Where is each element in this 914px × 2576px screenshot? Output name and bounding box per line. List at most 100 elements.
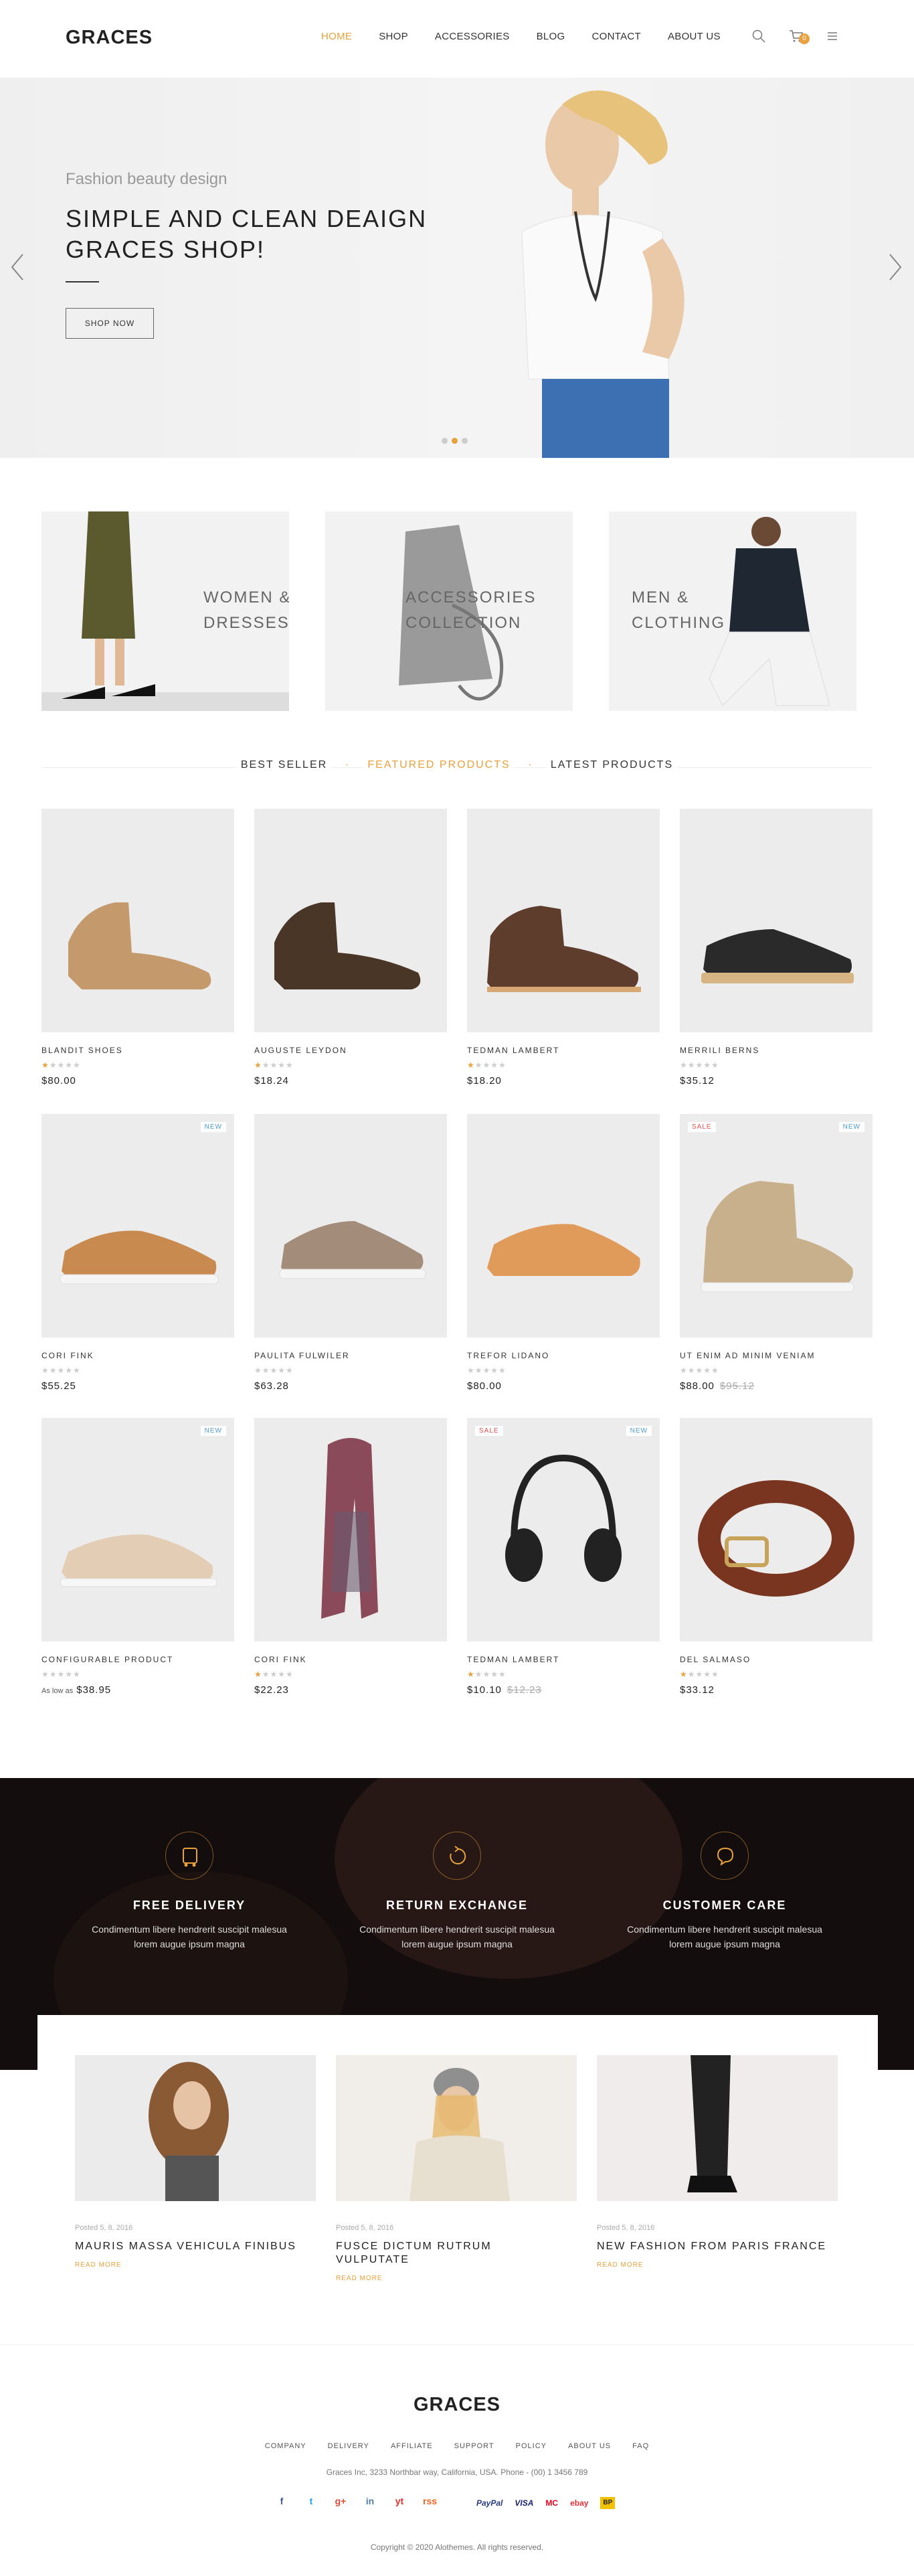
category-women[interactable]: WOMEN & DRESSESS (41, 511, 289, 711)
product-name[interactable]: MERRILI BERNS (680, 1046, 873, 1056)
blog-post-image[interactable] (336, 2055, 577, 2201)
blog-post-title-line-1[interactable]: NEW FASHION FROM PARIS FRANCE (597, 2240, 838, 2253)
product-card[interactable]: NEW CONFIGURABLE PRODUCT ★★★★★ As low as… (41, 1418, 234, 1698)
rating-stars: ★★★★★ (41, 1060, 81, 1070)
product-name[interactable]: TEDMAN LAMBERT (467, 1046, 660, 1056)
nav-home[interactable]: HOME (321, 31, 352, 42)
blog-post-title-line-1[interactable]: MAURIS MASSA VEHICULA FINIBUS (75, 2240, 316, 2253)
product-image[interactable]: NEW (41, 1114, 234, 1338)
product-image[interactable] (467, 809, 660, 1032)
rss-icon[interactable]: rss (423, 2496, 437, 2506)
product-card[interactable]: TEDMAN LAMBERT ★★★★★ $18.20 (467, 809, 660, 1089)
product-name[interactable]: BLANDIT SHOES (41, 1046, 234, 1056)
footer-link-about-us[interactable]: ABOUT US (568, 2442, 611, 2450)
product-name[interactable]: UT ENIM AD MINIM VENIAM (680, 1351, 873, 1362)
slider-dot[interactable] (442, 438, 448, 444)
product-card[interactable]: SALE NEW UT ENIM AD MINIM VENIAM ★★★★★ $… (680, 1114, 873, 1394)
product-image[interactable]: NEW (41, 1418, 234, 1641)
tab-latest-products[interactable]: LATEST PRODUCTS (546, 759, 678, 771)
slider-dot[interactable] (462, 438, 468, 444)
product-card[interactable]: CORI FINK ★★★★★ $22.23 (254, 1418, 447, 1698)
menu-icon[interactable] (826, 28, 844, 47)
product-image[interactable]: SALE NEW (467, 1418, 660, 1641)
product-name[interactable]: DEL SALMASO (680, 1655, 873, 1666)
tab-featured-products[interactable]: FEATURED PRODUCTS (363, 759, 515, 771)
read-more-link[interactable]: READ MORE (597, 2261, 838, 2269)
product-name[interactable]: TEDMAN LAMBERT (467, 1655, 660, 1666)
footer-link-company[interactable]: COMPANY (265, 2442, 306, 2450)
product-image[interactable] (254, 1418, 447, 1641)
blog-post-title-line-1[interactable]: FUSCE DICTUM RUTRUM (336, 2240, 577, 2253)
product-card[interactable]: SALE NEW TEDMAN LAMBERT ★★★★★ $10.10 $12.… (467, 1418, 660, 1698)
sale-badge: SALE (688, 1122, 716, 1132)
product-image[interactable] (41, 809, 234, 1032)
header-icons: 0 (751, 28, 863, 47)
product-name[interactable]: TREFOR LIDANO (467, 1351, 660, 1362)
product-card[interactable]: BLANDIT SHOES ★★★★★ $80.00 (41, 809, 234, 1089)
product-image[interactable] (254, 1114, 447, 1338)
blog-post-image[interactable] (597, 2055, 838, 2201)
slider-prev-arrow-icon[interactable] (8, 250, 28, 284)
tab-best-seller[interactable]: BEST SELLER (236, 759, 332, 771)
read-more-link[interactable]: READ MORE (75, 2261, 316, 2269)
product-image[interactable] (680, 1418, 873, 1641)
product-image[interactable] (254, 809, 447, 1032)
footer-link-support[interactable]: SUPPORT (454, 2442, 494, 2450)
footer-link-faq[interactable]: FAQ (632, 2442, 649, 2450)
blog-post[interactable]: Posted 5, 8, 2016 MAURIS MASSA VEHICULA … (75, 2055, 316, 2269)
product-card[interactable]: MERRILI BERNS ★★★★★ $35.12 (680, 809, 873, 1089)
footer-link-affiliate[interactable]: AFFILIATE (391, 2442, 433, 2450)
nav-shop[interactable]: SHOP (379, 31, 408, 42)
search-icon[interactable] (751, 28, 769, 47)
blog-post[interactable]: Posted 5, 8, 2016 NEW FASHION FROM PARIS… (597, 2055, 838, 2269)
footer-link-delivery[interactable]: DELIVERY (328, 2442, 369, 2450)
product-name[interactable]: AUGUSTE LEYDON (254, 1046, 447, 1056)
truck-icon (165, 1832, 213, 1880)
feature-title: RETURN EXCHANGE (385, 1899, 528, 1912)
product-name[interactable]: CORI FINK (254, 1655, 447, 1666)
nav-blog[interactable]: BLOG (537, 31, 565, 42)
product-image[interactable] (467, 1114, 660, 1338)
footer-logo[interactable]: GRACES (0, 2394, 914, 2416)
blog-post-title[interactable]: MAURIS MASSA VEHICULA FINIBUS (75, 2240, 316, 2253)
shop-now-button[interactable]: SHOP NOW (66, 308, 154, 339)
new-badge: NEW (200, 1122, 226, 1132)
twitter-icon[interactable]: t (305, 2496, 317, 2506)
nav-accessories[interactable]: ACCESSORIES (435, 31, 510, 42)
google-plus-icon[interactable]: g+ (335, 2496, 347, 2506)
blog-post-title-line-2[interactable]: VULPUTATE (336, 2253, 577, 2267)
new-badge: NEW (626, 1426, 652, 1436)
nav-about-us[interactable]: ABOUT US (668, 31, 721, 42)
product-card[interactable]: TREFOR LIDANO ★★★★★ $80.00 (467, 1114, 660, 1394)
chat-icon (701, 1832, 749, 1880)
read-more-link[interactable]: READ MORE (336, 2275, 577, 2282)
product-name[interactable]: CORI FINK (41, 1351, 234, 1362)
product-image[interactable]: SALE NEW (680, 1114, 873, 1338)
youtube-icon[interactable]: yt (393, 2496, 405, 2506)
feature-text-line-2: lorem augue ipsum magna (669, 1939, 780, 1949)
product-card[interactable]: AUGUSTE LEYDON ★★★★★ $18.24 (254, 809, 447, 1089)
product-card[interactable]: PAULITA FULWILER ★★★★★ $63.28 (254, 1114, 447, 1394)
current-price: $38.95 (76, 1684, 112, 1696)
blog-post-title[interactable]: NEW FASHION FROM PARIS FRANCE (597, 2240, 838, 2253)
slider-dot-active[interactable] (452, 438, 458, 444)
slider-next-arrow-icon[interactable] (885, 250, 905, 284)
category-accessories[interactable]: ACCESSORIES COLLECTION (325, 511, 573, 711)
product-image[interactable] (680, 809, 873, 1032)
product-card[interactable]: DEL SALMASO ★★★★★ $33.12 (680, 1418, 873, 1698)
blog-post-title[interactable]: FUSCE DICTUM RUTRUM VULPUTATE (336, 2240, 577, 2267)
current-price: $10.10 (467, 1684, 502, 1696)
facebook-icon[interactable]: f (276, 2496, 288, 2506)
category-men[interactable]: MEN & CLOTHING (609, 511, 856, 711)
cart-icon[interactable]: 0 (788, 28, 810, 47)
product-name[interactable]: CONFIGURABLE PRODUCT (41, 1655, 234, 1666)
nav-contact[interactable]: CONTACT (591, 31, 640, 42)
instagram-icon[interactable]: in (364, 2496, 376, 2506)
product-name[interactable]: PAULITA FULWILER (254, 1351, 447, 1362)
blog-post[interactable]: Posted 5, 8, 2016 FUSCE DICTUM RUTRUM VUL… (336, 2055, 577, 2282)
visa-icon: VISA (515, 2498, 534, 2508)
logo[interactable]: GRACES (66, 27, 153, 49)
blog-post-image[interactable] (75, 2055, 316, 2201)
product-card[interactable]: NEW CORI FINK ★★★★★ $55.25 (41, 1114, 234, 1394)
footer-link-policy[interactable]: POLICY (516, 2442, 547, 2450)
